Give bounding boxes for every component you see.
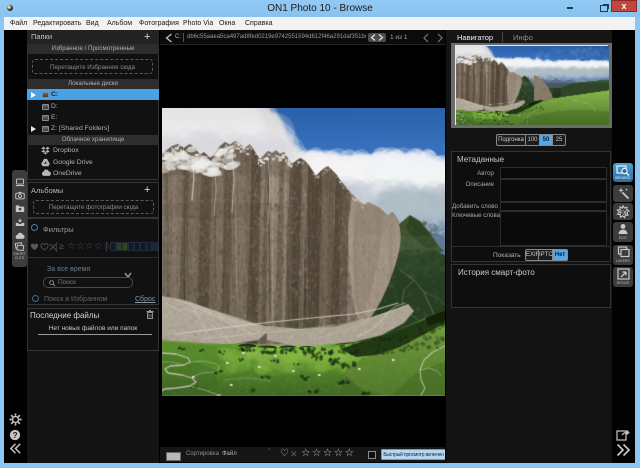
svg-text:?: ? (12, 430, 17, 440)
svg-text:FX: FX (619, 210, 626, 216)
